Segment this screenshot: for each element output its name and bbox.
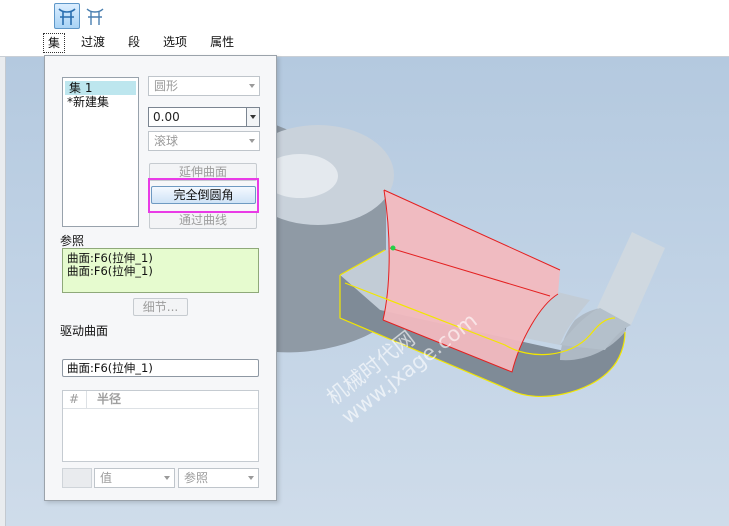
chevron-down-icon bbox=[249, 84, 255, 88]
set-mode-button[interactable] bbox=[54, 3, 80, 29]
tab-sets[interactable]: 集 bbox=[43, 33, 66, 53]
transition-mode-button[interactable] bbox=[82, 3, 108, 29]
chevron-down-icon bbox=[164, 476, 170, 480]
transition-mode-icon bbox=[86, 8, 104, 25]
tab-options[interactable]: 选项 bbox=[156, 33, 194, 53]
drive-surface-collector[interactable]: 曲面:F6(拉伸_1) bbox=[62, 359, 259, 377]
chevron-down-icon bbox=[248, 476, 254, 480]
radius-table[interactable]: # 半径 bbox=[62, 390, 259, 462]
full-round-button[interactable]: 完全倒圆角 bbox=[151, 186, 256, 204]
set-list[interactable]: 集 1 *新建集 bbox=[62, 77, 139, 227]
shape-dropdown-value: 圆形 bbox=[154, 79, 179, 93]
dashboard-tabs: 集 过渡 段 选项 属性 bbox=[43, 33, 250, 53]
drive-surface-label: 驱动曲面 bbox=[60, 324, 109, 338]
dashboard-toolbar: 集 过渡 段 选项 属性 bbox=[0, 0, 729, 57]
radius-dropdown-button[interactable] bbox=[246, 108, 259, 126]
shape-dropdown[interactable]: 圆形 bbox=[148, 76, 260, 96]
set-mode-icon bbox=[58, 8, 76, 25]
col-radius-header: 半径 bbox=[97, 392, 122, 406]
set-item-new[interactable]: *新建集 bbox=[63, 95, 138, 109]
tab-properties[interactable]: 属性 bbox=[203, 33, 241, 53]
chevron-down-icon bbox=[250, 115, 256, 119]
method-dropdown[interactable]: 滚球 bbox=[148, 131, 260, 151]
left-dock-edge bbox=[0, 57, 6, 526]
references-label: 参照 bbox=[60, 234, 85, 248]
radius-table-header: # 半径 bbox=[63, 391, 258, 409]
through-curve-button[interactable]: 通过曲线 bbox=[149, 211, 257, 229]
radius-value-cell[interactable] bbox=[62, 468, 92, 488]
reference-dropdown-value: 参照 bbox=[184, 471, 209, 485]
chevron-down-icon bbox=[249, 139, 255, 143]
set-item-1[interactable]: 集 1 bbox=[65, 81, 136, 95]
vertical-plate bbox=[597, 232, 665, 325]
col-index-header: # bbox=[63, 391, 87, 408]
tab-segments[interactable]: 段 bbox=[121, 33, 147, 53]
pick-point bbox=[390, 245, 396, 251]
value-dropdown-value: 值 bbox=[100, 471, 113, 485]
tab-transitions[interactable]: 过渡 bbox=[74, 33, 112, 53]
extend-surface-button[interactable]: 延伸曲面 bbox=[149, 163, 257, 181]
method-dropdown-value: 滚球 bbox=[154, 134, 179, 148]
details-button[interactable]: 细节... bbox=[133, 298, 188, 316]
sets-panel: 集 1 *新建集 圆形 0.00 滚球 延伸曲面 完全倒圆角 通过曲线 参照 曲… bbox=[44, 55, 277, 501]
reference-dropdown[interactable]: 参照 bbox=[178, 468, 259, 488]
radius-input-value: 0.00 bbox=[153, 110, 180, 124]
references-collector[interactable]: 曲面:F6(拉伸_1) 曲面:F6(拉伸_1) bbox=[62, 248, 259, 293]
value-dropdown[interactable]: 值 bbox=[94, 468, 175, 488]
reference-item: 曲面:F6(拉伸_1) bbox=[67, 264, 153, 278]
radius-input[interactable]: 0.00 bbox=[148, 107, 260, 127]
